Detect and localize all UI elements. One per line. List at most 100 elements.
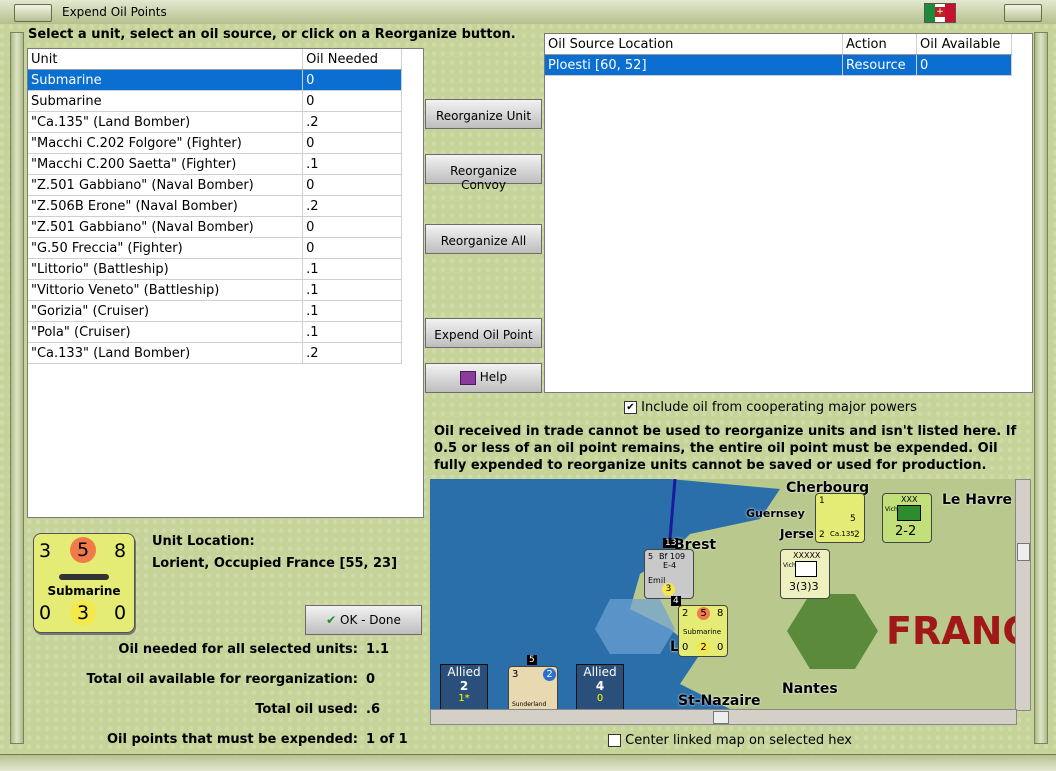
help-button[interactable]: Help xyxy=(425,363,542,393)
unit-name: "Pola" (Cruiser) xyxy=(28,321,304,343)
map-counter-submarine[interactable]: 2 5 8 Submarine 0 2 0 4 xyxy=(671,596,728,657)
counter-name: Submarine xyxy=(47,584,121,598)
system-menu-button[interactable] xyxy=(14,4,52,22)
unit-row[interactable]: "Littorio" (Battleship) .1 xyxy=(28,258,402,280)
unit-name: "Z.506B Erone" (Naval Bomber) xyxy=(28,195,304,217)
map-counter-bf109[interactable]: 5 Bf 109 E-4 Emil 3 13 xyxy=(644,538,694,599)
horizontal-scroll-thumb[interactable] xyxy=(713,711,729,724)
vertical-scroll-thumb[interactable] xyxy=(1017,543,1030,561)
unit-counter: 3 5 8 Submarine 0 3 0 xyxy=(33,533,135,633)
map-horizontal-scrollbar[interactable] xyxy=(430,709,1017,725)
map-label-nantes: Nantes xyxy=(782,681,838,697)
unit-row[interactable]: "Gorizia" (Cruiser) .1 xyxy=(28,300,402,322)
unit-row[interactable]: Submarine 0 xyxy=(28,90,402,112)
center-map-checkbox[interactable] xyxy=(608,734,621,747)
oil-sources-panel: Oil Source Location Action Oil Available… xyxy=(544,33,1033,393)
stack-badge: 13 xyxy=(663,538,679,548)
column-header-action[interactable]: Action xyxy=(842,34,917,55)
unit-name: "Ca.133" (Land Bomber) xyxy=(28,342,304,364)
unit-row[interactable]: "Ca.133" (Land Bomber) .2 xyxy=(28,342,402,364)
map-counter-sunderland[interactable]: 3 2 Sunderland 5 xyxy=(508,655,558,709)
oil-needed-value: 1.1 xyxy=(366,642,390,657)
title-bar: Expend Oil Points + xyxy=(0,0,1056,25)
unit-row[interactable]: "Pola" (Cruiser) .1 xyxy=(28,321,402,343)
left-border xyxy=(10,32,24,744)
unit-name: Submarine xyxy=(28,69,304,91)
unit-name: "Gorizia" (Cruiser) xyxy=(28,300,304,322)
stack-badge: 5 xyxy=(527,655,537,665)
unit-row[interactable]: "Z.501 Gabbiano" (Naval Bomber) 0 xyxy=(28,174,402,196)
unit-row[interactable]: "Z.501 Gabbiano" (Naval Bomber) 0 xyxy=(28,216,402,238)
oil-needed-label: Oil needed for all selected units: xyxy=(118,642,358,657)
unit-location-value: Lorient, Occupied France [55, 23] xyxy=(152,556,398,571)
unit-row[interactable]: "G.50 Freccia" (Fighter) 0 xyxy=(28,237,402,259)
unit-oil-needed: 0 xyxy=(302,132,402,154)
unit-name: "Vittorio Veneto" (Battleship) xyxy=(28,279,304,301)
ok-done-label: OK - Done xyxy=(340,613,401,627)
counter-defense: 0 xyxy=(39,602,52,624)
source-available: 0 xyxy=(916,54,1012,76)
counter-extra: 0 xyxy=(114,602,127,624)
expend-oil-point-button[interactable]: Expend Oil Point xyxy=(425,318,542,348)
map-label-le-havre: Le Havre xyxy=(942,492,1012,508)
help-button-label: Help xyxy=(479,370,508,384)
reorganize-unit-button[interactable]: Reorganize Unit xyxy=(425,99,542,129)
window-title: Expend Oil Points xyxy=(62,5,167,19)
column-header-oil-available[interactable]: Oil Available xyxy=(916,34,1012,55)
unit-row[interactable]: Submarine 0 xyxy=(28,69,402,91)
cooperating-checkbox-label: Include oil from cooperating major power… xyxy=(641,400,917,415)
italy-flag-icon: + xyxy=(924,3,956,23)
column-header-unit[interactable]: Unit xyxy=(28,49,304,70)
must-expend-value: 1 of 1 xyxy=(366,732,408,747)
allied-box-right[interactable]: Allied 4 0 xyxy=(576,664,624,709)
map-label-st-nazaire: St-Nazaire xyxy=(678,693,761,709)
coastal-hex xyxy=(595,599,675,654)
map-counter-vichy-army[interactable]: XXXXX Vichy 3(3)3 xyxy=(780,549,830,599)
center-map-checkbox-label: Center linked map on selected hex xyxy=(625,733,852,748)
unit-name: "Ca.135" (Land Bomber) xyxy=(28,111,304,133)
map-label-guernsey: Guernsey xyxy=(746,507,805,520)
allied-box-left[interactable]: Allied 2 1* xyxy=(440,664,488,709)
reorganize-all-button[interactable]: Reorganize All xyxy=(425,224,542,254)
unit-row[interactable]: "Vittorio Veneto" (Battleship) .1 xyxy=(28,279,402,301)
unit-row[interactable]: "Macchi C.200 Saetta" (Fighter) .1 xyxy=(28,153,402,175)
infantry-unit-icon xyxy=(795,561,817,577)
counter-factor: 3 xyxy=(70,600,96,626)
right-border xyxy=(1034,32,1048,744)
unit-name: "Littorio" (Battleship) xyxy=(28,258,304,280)
cooperating-checkbox-row[interactable]: ✔ Include oil from cooperating major pow… xyxy=(624,400,917,415)
total-used-label: Total oil used: xyxy=(255,702,358,717)
unit-oil-needed: .2 xyxy=(302,342,402,364)
unit-name: Submarine xyxy=(28,90,304,112)
column-header-location[interactable]: Oil Source Location xyxy=(545,34,844,55)
units-table: Unit Oil Needed Submarine 0 Submarine 0 "Ca.… xyxy=(28,49,402,364)
stack-badge: 4 xyxy=(671,596,681,606)
center-map-checkbox-row[interactable]: Center linked map on selected hex xyxy=(608,733,852,748)
unit-row[interactable]: "Macchi C.202 Folgore" (Fighter) 0 xyxy=(28,132,402,154)
unit-name: "Macchi C.202 Folgore" (Fighter) xyxy=(28,132,304,154)
map-vertical-scrollbar[interactable] xyxy=(1015,479,1031,711)
oil-sources-table: Oil Source Location Action Oil Available… xyxy=(545,34,1012,76)
map-counter-ca135[interactable]: 1 5 Ca.135 2 2 xyxy=(815,493,865,543)
ok-done-button[interactable]: ✔ OK - Done xyxy=(305,605,422,635)
unit-row[interactable]: "Z.506B Erone" (Naval Bomber) .2 xyxy=(28,195,402,217)
counter-attack: 3 xyxy=(39,540,52,562)
cooperating-checkbox[interactable]: ✔ xyxy=(624,401,637,414)
maximize-button[interactable] xyxy=(1004,4,1042,22)
reorganize-convoy-button[interactable]: Reorganize Convoy xyxy=(425,154,542,192)
unit-oil-needed: .2 xyxy=(302,195,402,217)
submarine-icon xyxy=(59,574,109,580)
unit-oil-needed: 0 xyxy=(302,90,402,112)
linked-map[interactable]: Cherbourg Le Havre Guernsey Jerse Brest … xyxy=(430,479,1015,709)
unit-row[interactable]: "Ca.135" (Land Bomber) .2 xyxy=(28,111,402,133)
boundary-line xyxy=(668,479,677,540)
unit-oil-needed: .1 xyxy=(302,153,402,175)
source-location: Ploesti [60, 52] xyxy=(545,54,844,76)
oil-source-row[interactable]: Ploesti [60, 52] Resource 0 xyxy=(545,54,1012,76)
map-counter-vichy-corps[interactable]: XXX Vichy 2-2 xyxy=(882,493,932,543)
unit-oil-needed: .1 xyxy=(302,321,402,343)
total-used-value: .6 xyxy=(366,702,380,717)
unit-name: "Macchi C.200 Saetta" (Fighter) xyxy=(28,153,304,175)
map-label-france: FRANC xyxy=(886,609,1015,653)
column-header-oil-needed[interactable]: Oil Needed xyxy=(302,49,402,70)
